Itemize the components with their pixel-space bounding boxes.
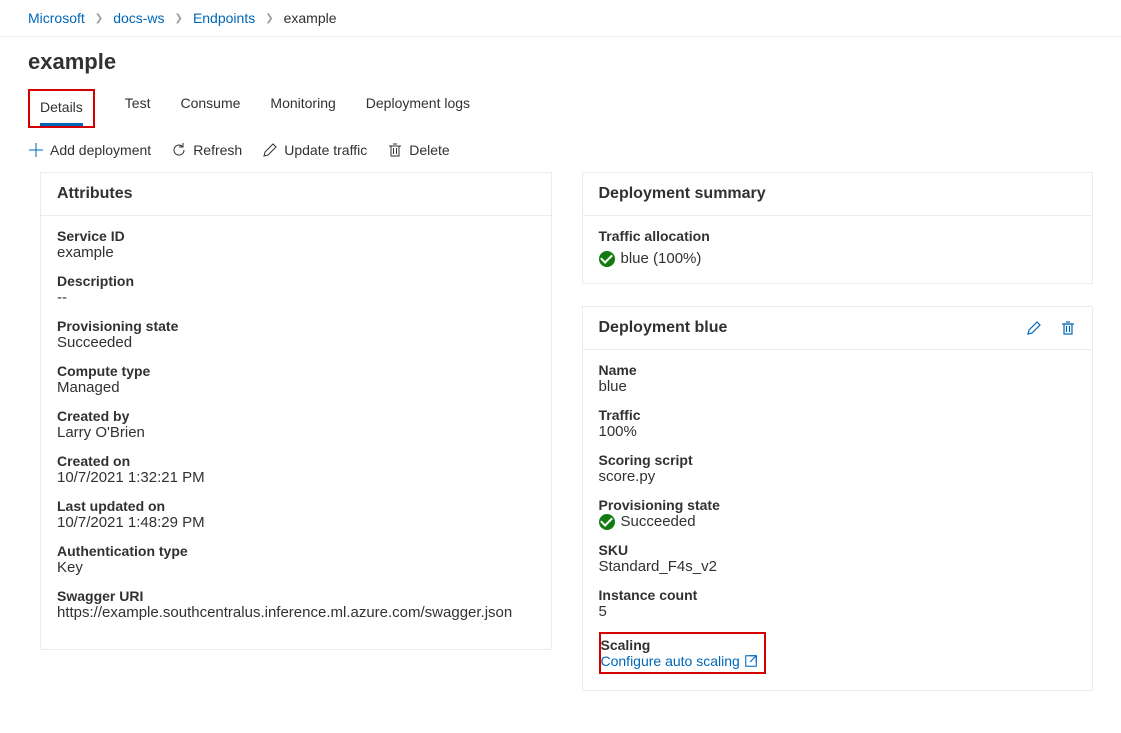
delete-button[interactable]: Delete: [387, 142, 449, 158]
field-label: Service ID: [57, 228, 535, 244]
swagger-uri-value: https://example.southcentralus.inference…: [57, 604, 535, 621]
panel-header: Deployment summary: [583, 173, 1093, 216]
deployment-name-value: blue: [599, 378, 1077, 395]
field-label: Provisioning state: [57, 318, 535, 334]
chevron-right-icon: ❯: [95, 13, 103, 24]
pencil-icon[interactable]: [1026, 320, 1042, 336]
field-label: Scaling: [601, 637, 758, 653]
auth-type-value: Key: [57, 559, 535, 576]
tab-consume[interactable]: Consume: [180, 89, 240, 128]
tab-deployment-logs[interactable]: Deployment logs: [366, 89, 470, 128]
field-label: Scoring script: [599, 452, 1077, 468]
chevron-right-icon: ❯: [175, 13, 183, 24]
sku-value: Standard_F4s_v2: [599, 558, 1077, 575]
tab-test[interactable]: Test: [125, 89, 151, 128]
plus-icon: [28, 142, 44, 158]
field-label: Created on: [57, 453, 535, 469]
panel-header: Deployment blue: [599, 319, 728, 337]
field-label: Traffic: [599, 407, 1077, 423]
field-label: Swagger URI: [57, 588, 535, 604]
toolbar-label: Delete: [409, 142, 449, 158]
field-label: Compute type: [57, 363, 535, 379]
field-label: Created by: [57, 408, 535, 424]
highlight-box: Scaling Configure auto scaling: [599, 632, 766, 674]
field-label: Traffic allocation: [599, 228, 1077, 244]
highlight-box: Details: [28, 89, 95, 128]
scoring-script-value: score.py: [599, 468, 1077, 485]
trash-icon: [387, 142, 403, 158]
pencil-icon: [262, 142, 278, 158]
field-label: Last updated on: [57, 498, 535, 514]
toolbar-label: Refresh: [193, 142, 242, 158]
attributes-panel: Attributes Service ID example Descriptio…: [40, 172, 552, 650]
description-value: --: [57, 289, 535, 306]
deployment-panel: Deployment blue Name blue Traffic 100% S…: [582, 306, 1094, 691]
compute-type-value: Managed: [57, 379, 535, 396]
toolbar: Add deployment Refresh Update traffic De…: [0, 128, 1121, 172]
field-label: Name: [599, 362, 1077, 378]
check-circle-icon: [599, 514, 615, 530]
breadcrumb: Microsoft ❯ docs-ws ❯ Endpoints ❯ exampl…: [0, 0, 1121, 37]
chevron-right-icon: ❯: [265, 13, 273, 24]
update-traffic-button[interactable]: Update traffic: [262, 142, 367, 158]
breadcrumb-current: example: [284, 10, 337, 26]
provisioning-state-value: Succeeded: [57, 334, 535, 351]
refresh-button[interactable]: Refresh: [171, 142, 242, 158]
field-label: SKU: [599, 542, 1077, 558]
instance-count-value: 5: [599, 603, 1077, 620]
external-link-icon: [744, 654, 758, 668]
page-title: example: [0, 37, 1121, 75]
field-label: Instance count: [599, 587, 1077, 603]
tab-bar: Details Test Consume Monitoring Deployme…: [0, 75, 1121, 128]
field-label: Authentication type: [57, 543, 535, 559]
field-label: Description: [57, 273, 535, 289]
service-id-value: example: [57, 244, 535, 261]
deployment-traffic-value: 100%: [599, 423, 1077, 440]
updated-on-value: 10/7/2021 1:48:29 PM: [57, 514, 535, 531]
breadcrumb-link[interactable]: Microsoft: [28, 10, 85, 26]
trash-icon[interactable]: [1060, 320, 1076, 336]
breadcrumb-link[interactable]: Endpoints: [193, 10, 255, 26]
tab-details[interactable]: Details: [40, 93, 83, 126]
link-label: Configure auto scaling: [601, 653, 740, 669]
toolbar-label: Update traffic: [284, 142, 367, 158]
configure-auto-scaling-link[interactable]: Configure auto scaling: [601, 653, 758, 669]
tab-monitoring[interactable]: Monitoring: [270, 89, 335, 128]
panel-header: Attributes: [41, 173, 551, 216]
created-by-value: Larry O'Brien: [57, 424, 535, 441]
add-deployment-button[interactable]: Add deployment: [28, 142, 151, 158]
check-circle-icon: [599, 251, 615, 267]
created-on-value: 10/7/2021 1:32:21 PM: [57, 469, 535, 486]
breadcrumb-link[interactable]: docs-ws: [113, 10, 164, 26]
deployment-provisioning-value: Succeeded: [621, 513, 696, 530]
traffic-allocation-value: blue (100%): [621, 250, 702, 267]
field-label: Provisioning state: [599, 497, 1077, 513]
deployment-summary-panel: Deployment summary Traffic allocation bl…: [582, 172, 1094, 284]
toolbar-label: Add deployment: [50, 142, 151, 158]
refresh-icon: [171, 142, 187, 158]
